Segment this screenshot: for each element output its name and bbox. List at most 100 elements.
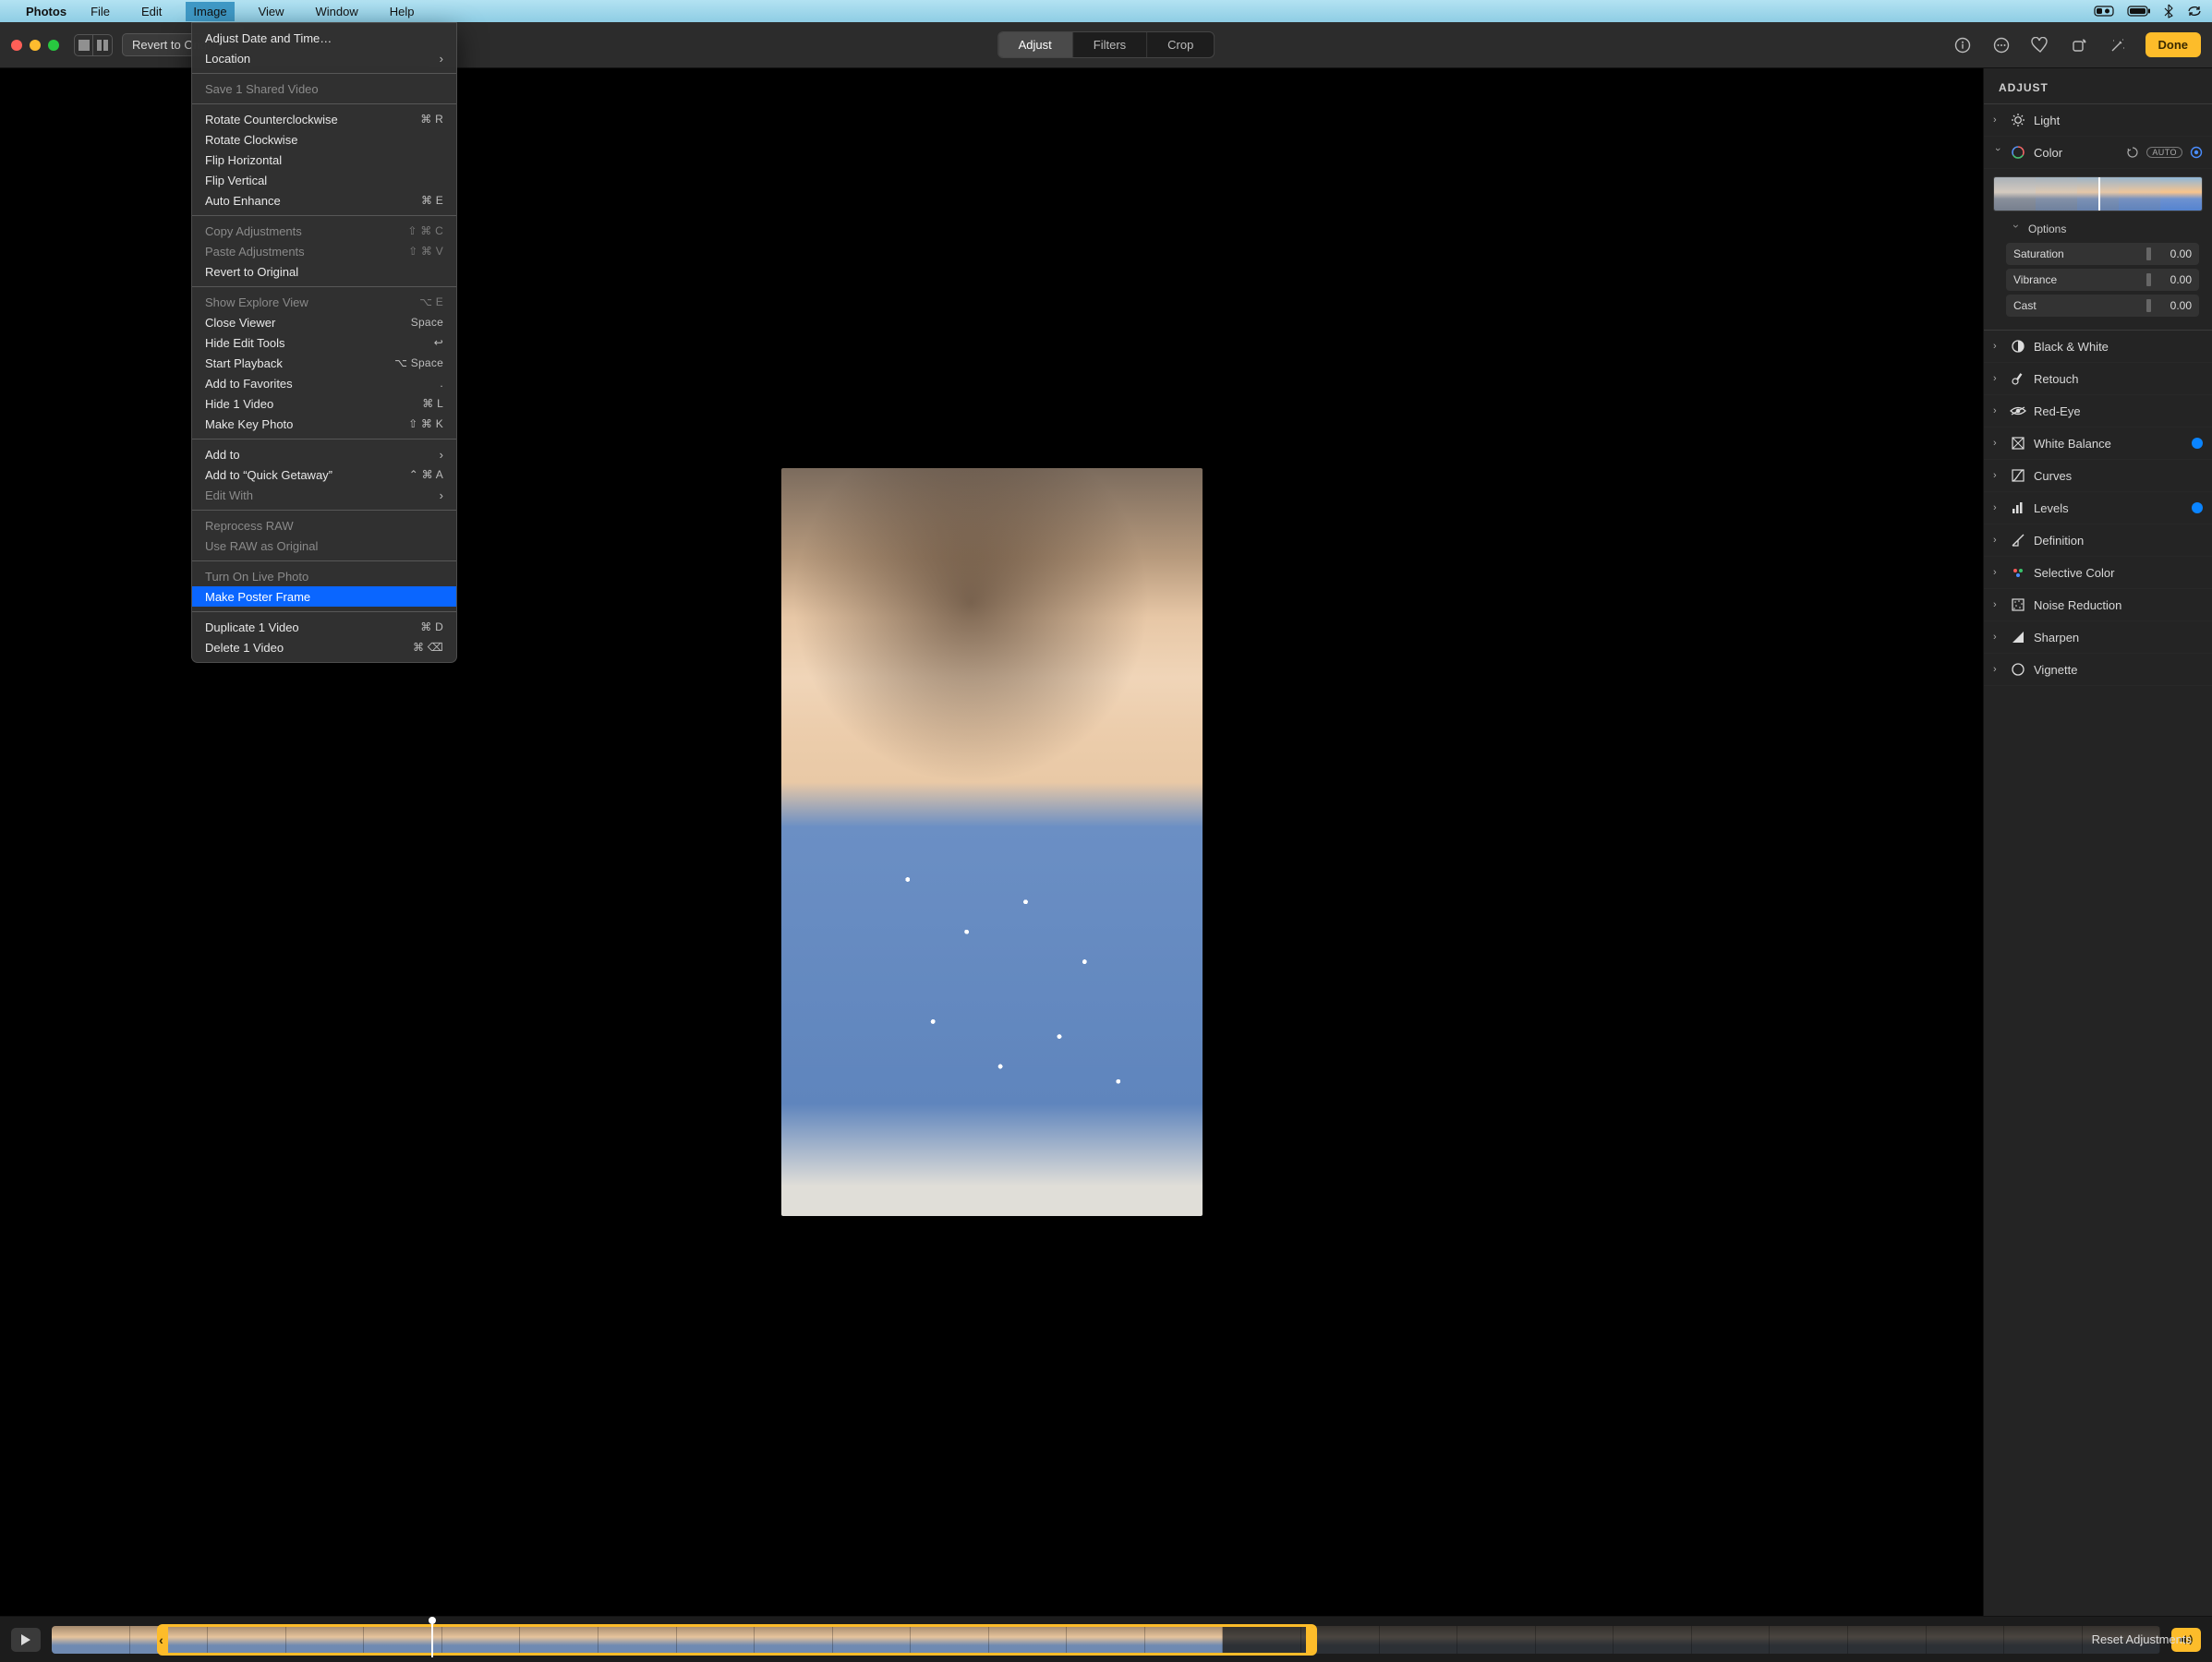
adjust-row-vignette[interactable]: › Vignette xyxy=(1984,654,2212,686)
menu-item-label: Turn On Live Photo xyxy=(205,570,443,584)
menu-item-shortcut: ⌘ L xyxy=(422,397,443,410)
menu-item-shortcut: ⌃ ⌘ A xyxy=(409,468,443,481)
slider-handle[interactable] xyxy=(2146,273,2151,286)
chevron-right-icon: › xyxy=(1993,114,2002,126)
menu-image[interactable]: Image xyxy=(186,2,234,21)
menu-help[interactable]: Help xyxy=(382,2,422,21)
bluetooth-icon[interactable] xyxy=(2164,4,2173,18)
edit-mode-tabs[interactable]: Adjust Filters Crop xyxy=(997,31,1215,58)
playhead[interactable] xyxy=(431,1622,433,1657)
adjust-row-selcolor[interactable]: › Selective Color xyxy=(1984,557,2212,589)
adjust-row-redeye[interactable]: › Red-Eye xyxy=(1984,395,2212,428)
menu-edit[interactable]: Edit xyxy=(134,2,169,21)
sharpen-icon xyxy=(2010,629,2026,645)
adjust-row-color[interactable]: › Color AUTO xyxy=(1984,137,2212,169)
menu-view[interactable]: View xyxy=(251,2,292,21)
menu-item[interactable]: Add to› xyxy=(192,444,456,464)
color-options-toggle[interactable]: › Options xyxy=(1993,219,2203,239)
menu-item[interactable]: Make Key Photo⇧ ⌘ K xyxy=(192,414,456,434)
menu-item-label: Close Viewer xyxy=(205,316,411,330)
window-zoom-button[interactable] xyxy=(48,40,59,51)
play-button[interactable] xyxy=(11,1628,41,1652)
slider-saturation[interactable]: Saturation 0.00 xyxy=(2006,243,2199,265)
sync-icon[interactable] xyxy=(2186,5,2203,18)
adjust-row-retouch[interactable]: › Retouch xyxy=(1984,363,2212,395)
menu-item[interactable]: Adjust Date and Time… xyxy=(192,28,456,48)
menu-item-shortcut: ↩ xyxy=(434,336,443,349)
menu-item[interactable]: Auto Enhance⌘ E xyxy=(192,190,456,211)
app-name[interactable]: Photos xyxy=(26,5,66,18)
curves-icon xyxy=(2010,467,2026,484)
more-icon[interactable] xyxy=(1990,34,2013,56)
menu-separator xyxy=(192,73,456,74)
info-icon[interactable] xyxy=(1952,34,1974,56)
reset-icon[interactable] xyxy=(2126,146,2139,159)
adjust-row-wb[interactable]: › White Balance xyxy=(1984,428,2212,460)
grid-view-icon[interactable] xyxy=(75,35,93,55)
rotate-icon[interactable] xyxy=(2068,34,2090,56)
menu-item[interactable]: Start Playback⌥ Space xyxy=(192,353,456,373)
adjust-row-curves[interactable]: › Curves xyxy=(1984,460,2212,492)
color-strip-marker[interactable] xyxy=(2098,177,2100,211)
adjust-row-bw[interactable]: › Black & White xyxy=(1984,330,2212,363)
adjust-row-levels[interactable]: › Levels xyxy=(1984,492,2212,524)
menu-item[interactable]: Delete 1 Video⌘ ⌫ xyxy=(192,637,456,657)
menu-item[interactable]: Rotate Clockwise xyxy=(192,129,456,150)
menu-item[interactable]: Close ViewerSpace xyxy=(192,312,456,332)
split-view-icon[interactable] xyxy=(93,35,112,55)
battery-icon[interactable] xyxy=(2127,6,2151,17)
menu-file[interactable]: File xyxy=(83,2,117,21)
menu-item[interactable]: Hide 1 Video⌘ L xyxy=(192,393,456,414)
slider-handle[interactable] xyxy=(2146,247,2151,260)
color-target-icon[interactable] xyxy=(2190,146,2203,159)
adjust-row-definition[interactable]: › Definition xyxy=(1984,524,2212,557)
adjust-row-label: Noise Reduction xyxy=(2034,598,2203,612)
view-toggle[interactable] xyxy=(74,34,113,56)
tab-filters[interactable]: Filters xyxy=(1072,32,1146,57)
modified-dot-icon xyxy=(2192,438,2203,449)
menu-item-shortcut: ⇧ ⌘ C xyxy=(407,224,443,237)
window-minimize-button[interactable] xyxy=(30,40,41,51)
menu-item-label: Paste Adjustments xyxy=(205,245,408,259)
menu-item[interactable]: Flip Vertical xyxy=(192,170,456,190)
tab-adjust[interactable]: Adjust xyxy=(998,32,1072,57)
tab-crop[interactable]: Crop xyxy=(1146,32,1214,57)
menu-item[interactable]: Flip Horizontal xyxy=(192,150,456,170)
chevron-right-icon: › xyxy=(1993,373,2002,384)
menu-item[interactable]: Duplicate 1 Video⌘ D xyxy=(192,617,456,637)
submenu-arrow-icon: › xyxy=(440,448,443,462)
menu-item[interactable]: Rotate Counterclockwise⌘ R xyxy=(192,109,456,129)
adjust-row-noise[interactable]: › Noise Reduction xyxy=(1984,589,2212,621)
favorite-icon[interactable] xyxy=(2029,34,2051,56)
color-preview-strip[interactable] xyxy=(1993,176,2203,211)
adjust-row-label: Curves xyxy=(2034,469,2203,483)
image-menu-dropdown[interactable]: Adjust Date and Time…Location›Save 1 Sha… xyxy=(191,22,457,663)
menu-item-shortcut: Space xyxy=(411,316,443,329)
auto-button[interactable]: AUTO xyxy=(2146,147,2182,158)
menu-item[interactable]: Add to Favorites. xyxy=(192,373,456,393)
chevron-right-icon: › xyxy=(1993,664,2002,675)
window-close-button[interactable] xyxy=(11,40,22,51)
menu-item: Use RAW as Original xyxy=(192,536,456,556)
status-icons xyxy=(2094,4,2203,18)
video-timeline[interactable]: ‹ › xyxy=(52,1626,2160,1654)
menu-separator xyxy=(192,103,456,104)
menu-item[interactable]: Add to “Quick Getaway”⌃ ⌘ A xyxy=(192,464,456,485)
menu-item[interactable]: Make Poster Frame xyxy=(192,586,456,607)
traffic-lights xyxy=(11,40,59,51)
adjust-row-sharpen[interactable]: › Sharpen xyxy=(1984,621,2212,654)
adjust-row-label: Light xyxy=(2034,114,2203,127)
menu-window[interactable]: Window xyxy=(308,2,366,21)
menu-item[interactable]: Revert to Original xyxy=(192,261,456,282)
adjust-row-label: Color xyxy=(2034,146,2119,160)
reset-adjustments-button[interactable]: Reset Adjustments xyxy=(2079,1632,2205,1646)
adjust-row-light[interactable]: › Light xyxy=(1984,104,2212,137)
done-button[interactable]: Done xyxy=(2146,32,2202,57)
menu-item[interactable]: Hide Edit Tools↩ xyxy=(192,332,456,353)
slider-handle[interactable] xyxy=(2146,299,2151,312)
menu-item[interactable]: Location› xyxy=(192,48,456,68)
auto-enhance-icon[interactable] xyxy=(2107,34,2129,56)
slider-vibrance[interactable]: Vibrance 0.00 xyxy=(2006,269,2199,291)
slider-cast[interactable]: Cast 0.00 xyxy=(2006,295,2199,317)
control-center-icon[interactable] xyxy=(2094,6,2114,17)
